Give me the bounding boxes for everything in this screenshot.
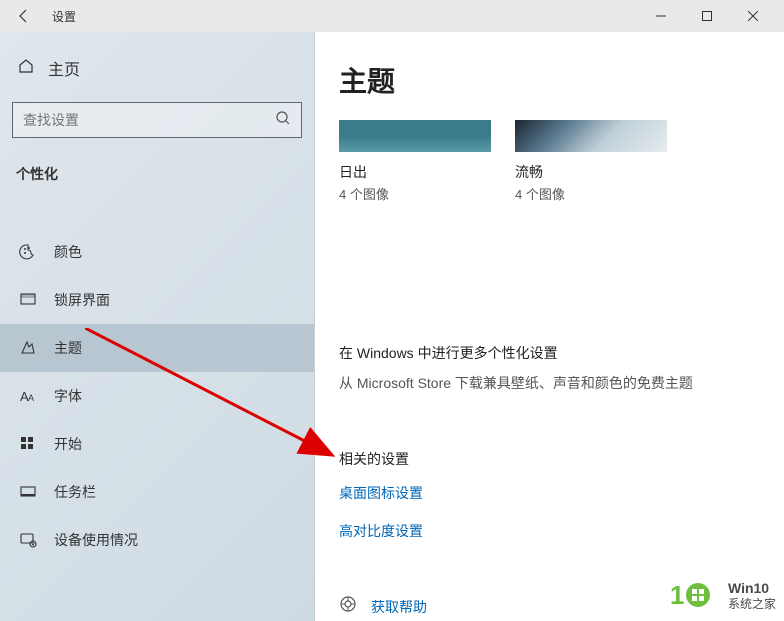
svg-text:A: A <box>28 393 34 403</box>
maximize-button[interactable] <box>684 0 730 32</box>
sidebar-item-label: 开始 <box>54 434 82 454</box>
sidebar-item-label: 主题 <box>54 338 82 358</box>
sidebar-item-colors[interactable]: 颜色 <box>0 228 314 276</box>
search-box[interactable] <box>12 102 302 138</box>
theme-name: 日出 <box>339 162 491 182</box>
start-icon <box>18 435 38 453</box>
sidebar-item-label: 任务栏 <box>54 482 96 502</box>
back-button[interactable] <box>8 0 40 32</box>
palette-icon <box>18 243 38 261</box>
category-label: 个性化 <box>0 158 314 198</box>
search-icon <box>275 110 291 131</box>
sidebar-item-label: 字体 <box>54 386 82 406</box>
theme-name: 流畅 <box>515 162 667 182</box>
watermark-line1: Win10 <box>728 580 776 597</box>
sidebar-item-start[interactable]: 开始 <box>0 420 314 468</box>
sidebar-item-label: 颜色 <box>54 242 82 262</box>
page-title: 主题 <box>315 60 784 120</box>
watermark-line2: 系统之家 <box>728 597 776 611</box>
close-button[interactable] <box>730 0 776 32</box>
store-sub: 从 Microsoft Store 下载兼具壁纸、声音和颜色的免费主题 <box>339 373 760 393</box>
sidebar-item-fonts[interactable]: AA 字体 <box>0 372 314 420</box>
theme-card-sunrise[interactable]: 日出 4 个图像 <box>339 120 491 203</box>
sidebar-item-lockscreen[interactable]: 锁屏界面 <box>0 276 314 324</box>
theme-thumbnail <box>339 120 491 152</box>
home-link[interactable]: 主页 <box>0 46 314 90</box>
watermark: 1 Win10 系统之家 <box>670 580 776 611</box>
taskbar-icon <box>18 483 38 501</box>
sidebar-item-label: 锁屏界面 <box>54 290 110 310</box>
svg-text:1: 1 <box>670 580 684 610</box>
theme-sub: 4 个图像 <box>515 184 667 203</box>
fonts-icon: AA <box>18 387 38 405</box>
theme-sub: 4 个图像 <box>339 184 491 203</box>
minimize-button[interactable] <box>638 0 684 32</box>
watermark-logo: 1 <box>670 580 720 610</box>
home-icon <box>18 58 34 79</box>
link-desktop-icons[interactable]: 桌面图标设置 <box>339 483 760 503</box>
link-get-help[interactable]: 获取帮助 <box>371 597 427 617</box>
lockscreen-icon <box>18 291 38 309</box>
theme-card-flow[interactable]: 流畅 4 个图像 <box>515 120 667 203</box>
search-input[interactable] <box>23 112 275 128</box>
help-icon <box>339 595 361 618</box>
related-title: 相关的设置 <box>339 449 760 469</box>
device-usage-icon <box>18 531 38 549</box>
sidebar-item-label: 设备使用情况 <box>54 530 138 550</box>
link-high-contrast[interactable]: 高对比度设置 <box>339 521 760 541</box>
themes-icon <box>18 339 38 357</box>
sidebar-item-device-usage[interactable]: 设备使用情况 <box>0 516 314 564</box>
home-label: 主页 <box>48 56 80 80</box>
sidebar-item-themes[interactable]: 主题 <box>0 324 314 372</box>
window-title: 设置 <box>52 8 76 25</box>
sidebar-item-taskbar[interactable]: 任务栏 <box>0 468 314 516</box>
store-title: 在 Windows 中进行更多个性化设置 <box>339 343 760 363</box>
theme-thumbnail <box>515 120 667 152</box>
